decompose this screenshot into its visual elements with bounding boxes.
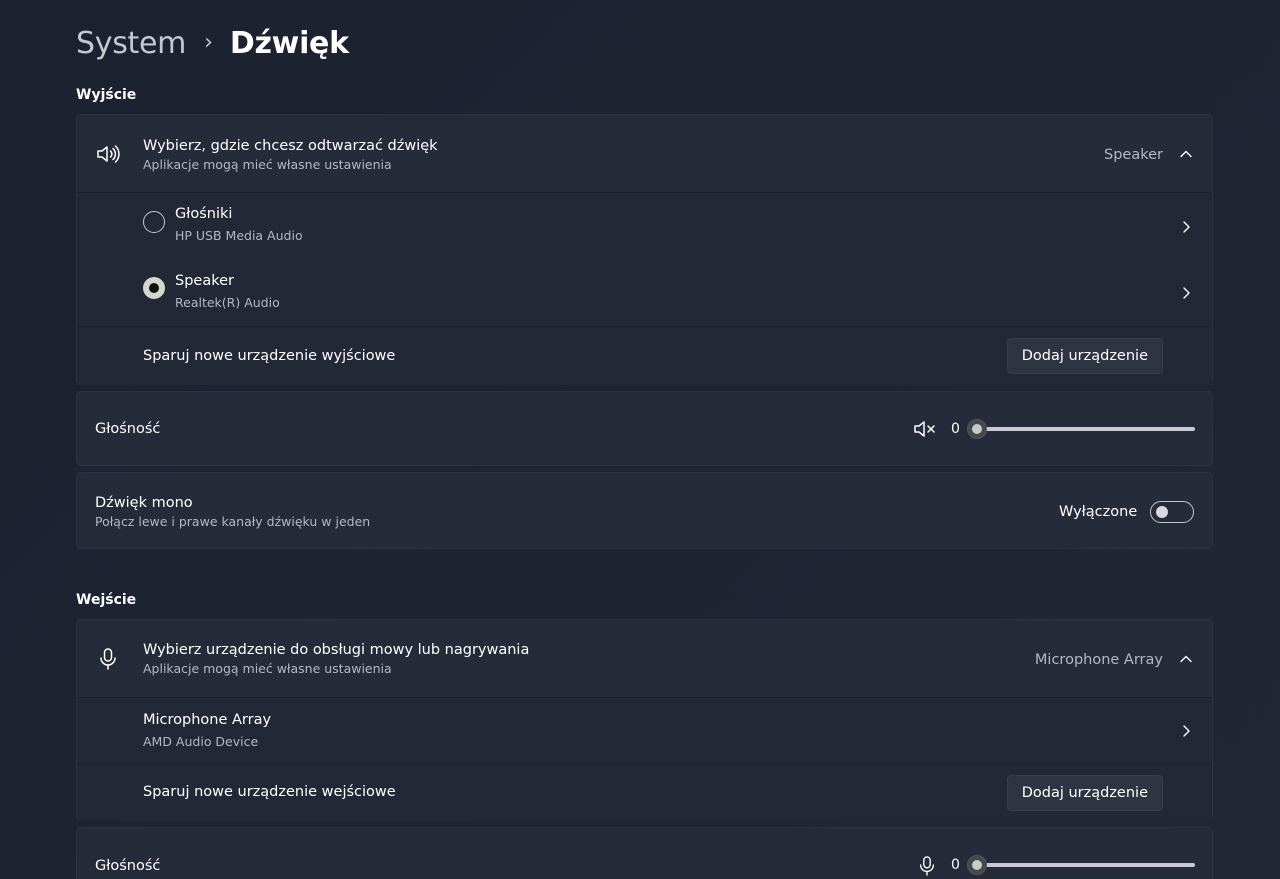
breadcrumb: System › Dźwięk	[76, 22, 349, 64]
input-selected-device: Microphone Array	[1034, 652, 1163, 668]
output-volume-label: Głośność	[95, 421, 161, 437]
output-pair-row: Sparuj nowe urządzenie wyjściowe Dodaj u…	[77, 326, 1212, 385]
output-selected-device: Speaker	[1104, 147, 1163, 163]
input-volume-slider-thumb[interactable]	[967, 855, 987, 875]
output-picker-subtitle: Aplikacje mogą mieć własne ustawienia	[143, 157, 392, 172]
device-detail: HP USB Media Audio	[175, 228, 303, 243]
input-device-row-microphone-array[interactable]: Microphone Array AMD Audio Device	[77, 697, 1212, 763]
microphone-icon[interactable]	[917, 853, 937, 879]
mono-state-label: Wyłączone	[1059, 504, 1138, 520]
input-picker-subtitle: Aplikacje mogą mieć własne ustawienia	[143, 661, 392, 676]
input-volume-card: Głośność 0	[76, 827, 1213, 879]
input-device-picker[interactable]: Wybierz urządzenie do obsługi mowy lub n…	[77, 620, 1212, 697]
output-device-card: Wybierz, gdzie chcesz odtwarzać dźwięk A…	[76, 114, 1213, 385]
chevron-right-icon[interactable]	[1178, 219, 1194, 235]
output-device-picker[interactable]: Wybierz, gdzie chcesz odtwarzać dźwięk A…	[77, 115, 1212, 192]
section-title-input: Wejście	[76, 592, 137, 608]
device-name: Microphone Array	[143, 712, 272, 728]
chevron-up-icon[interactable]	[1178, 651, 1194, 667]
chevron-right-icon: ›	[204, 29, 213, 55]
device-name: Głośniki	[175, 206, 233, 222]
device-detail: AMD Audio Device	[143, 734, 259, 749]
input-picker-title: Wybierz urządzenie do obsługi mowy lub n…	[143, 642, 530, 658]
chevron-up-icon[interactable]	[1178, 146, 1194, 162]
input-volume-slider-track[interactable]	[977, 863, 1195, 867]
page-title: Dźwięk	[229, 25, 349, 61]
input-device-card: Wybierz urządzenie do obsługi mowy lub n…	[76, 619, 1213, 821]
speaker-icon	[95, 141, 121, 167]
breadcrumb-parent-system[interactable]: System	[76, 26, 186, 61]
device-name: Speaker	[175, 273, 234, 289]
output-device-row-speaker[interactable]: Speaker Realtek(R) Audio	[77, 259, 1212, 326]
input-volume-label: Głośność	[95, 858, 161, 874]
input-volume-value: 0	[951, 857, 960, 873]
chevron-right-icon[interactable]	[1178, 723, 1194, 739]
output-volume-slider-thumb[interactable]	[967, 419, 987, 439]
radio-button-selected[interactable]	[143, 277, 165, 299]
pair-output-label: Sparuj nowe urządzenie wyjściowe	[143, 348, 396, 364]
add-output-device-button[interactable]: Dodaj urządzenie	[1006, 338, 1163, 374]
chevron-right-icon[interactable]	[1178, 285, 1194, 301]
device-detail: Realtek(R) Audio	[175, 295, 280, 310]
section-title-output: Wyjście	[76, 87, 137, 103]
mono-subtitle: Połącz lewe i prawe kanały dźwięku w jed…	[95, 514, 371, 529]
add-input-device-button[interactable]: Dodaj urządzenie	[1006, 775, 1163, 811]
mono-toggle[interactable]	[1150, 501, 1194, 523]
radio-button[interactable]	[143, 211, 165, 233]
microphone-icon	[97, 646, 119, 672]
input-pair-row: Sparuj nowe urządzenie wejściowe Dodaj u…	[77, 763, 1212, 821]
toggle-knob	[1156, 506, 1168, 518]
output-volume-slider-track[interactable]	[977, 427, 1195, 431]
mono-title: Dźwięk mono	[95, 495, 193, 511]
mono-audio-card: Dźwięk mono Połącz lewe i prawe kanały d…	[76, 472, 1213, 549]
output-device-row-glosniki[interactable]: Głośniki HP USB Media Audio	[77, 192, 1212, 259]
output-volume-value: 0	[951, 421, 960, 437]
output-picker-title: Wybierz, gdzie chcesz odtwarzać dźwięk	[143, 138, 438, 154]
output-volume-card: Głośność 0	[76, 391, 1213, 466]
pair-input-label: Sparuj nowe urządzenie wejściowe	[143, 784, 396, 800]
speaker-muted-icon[interactable]	[912, 417, 938, 441]
